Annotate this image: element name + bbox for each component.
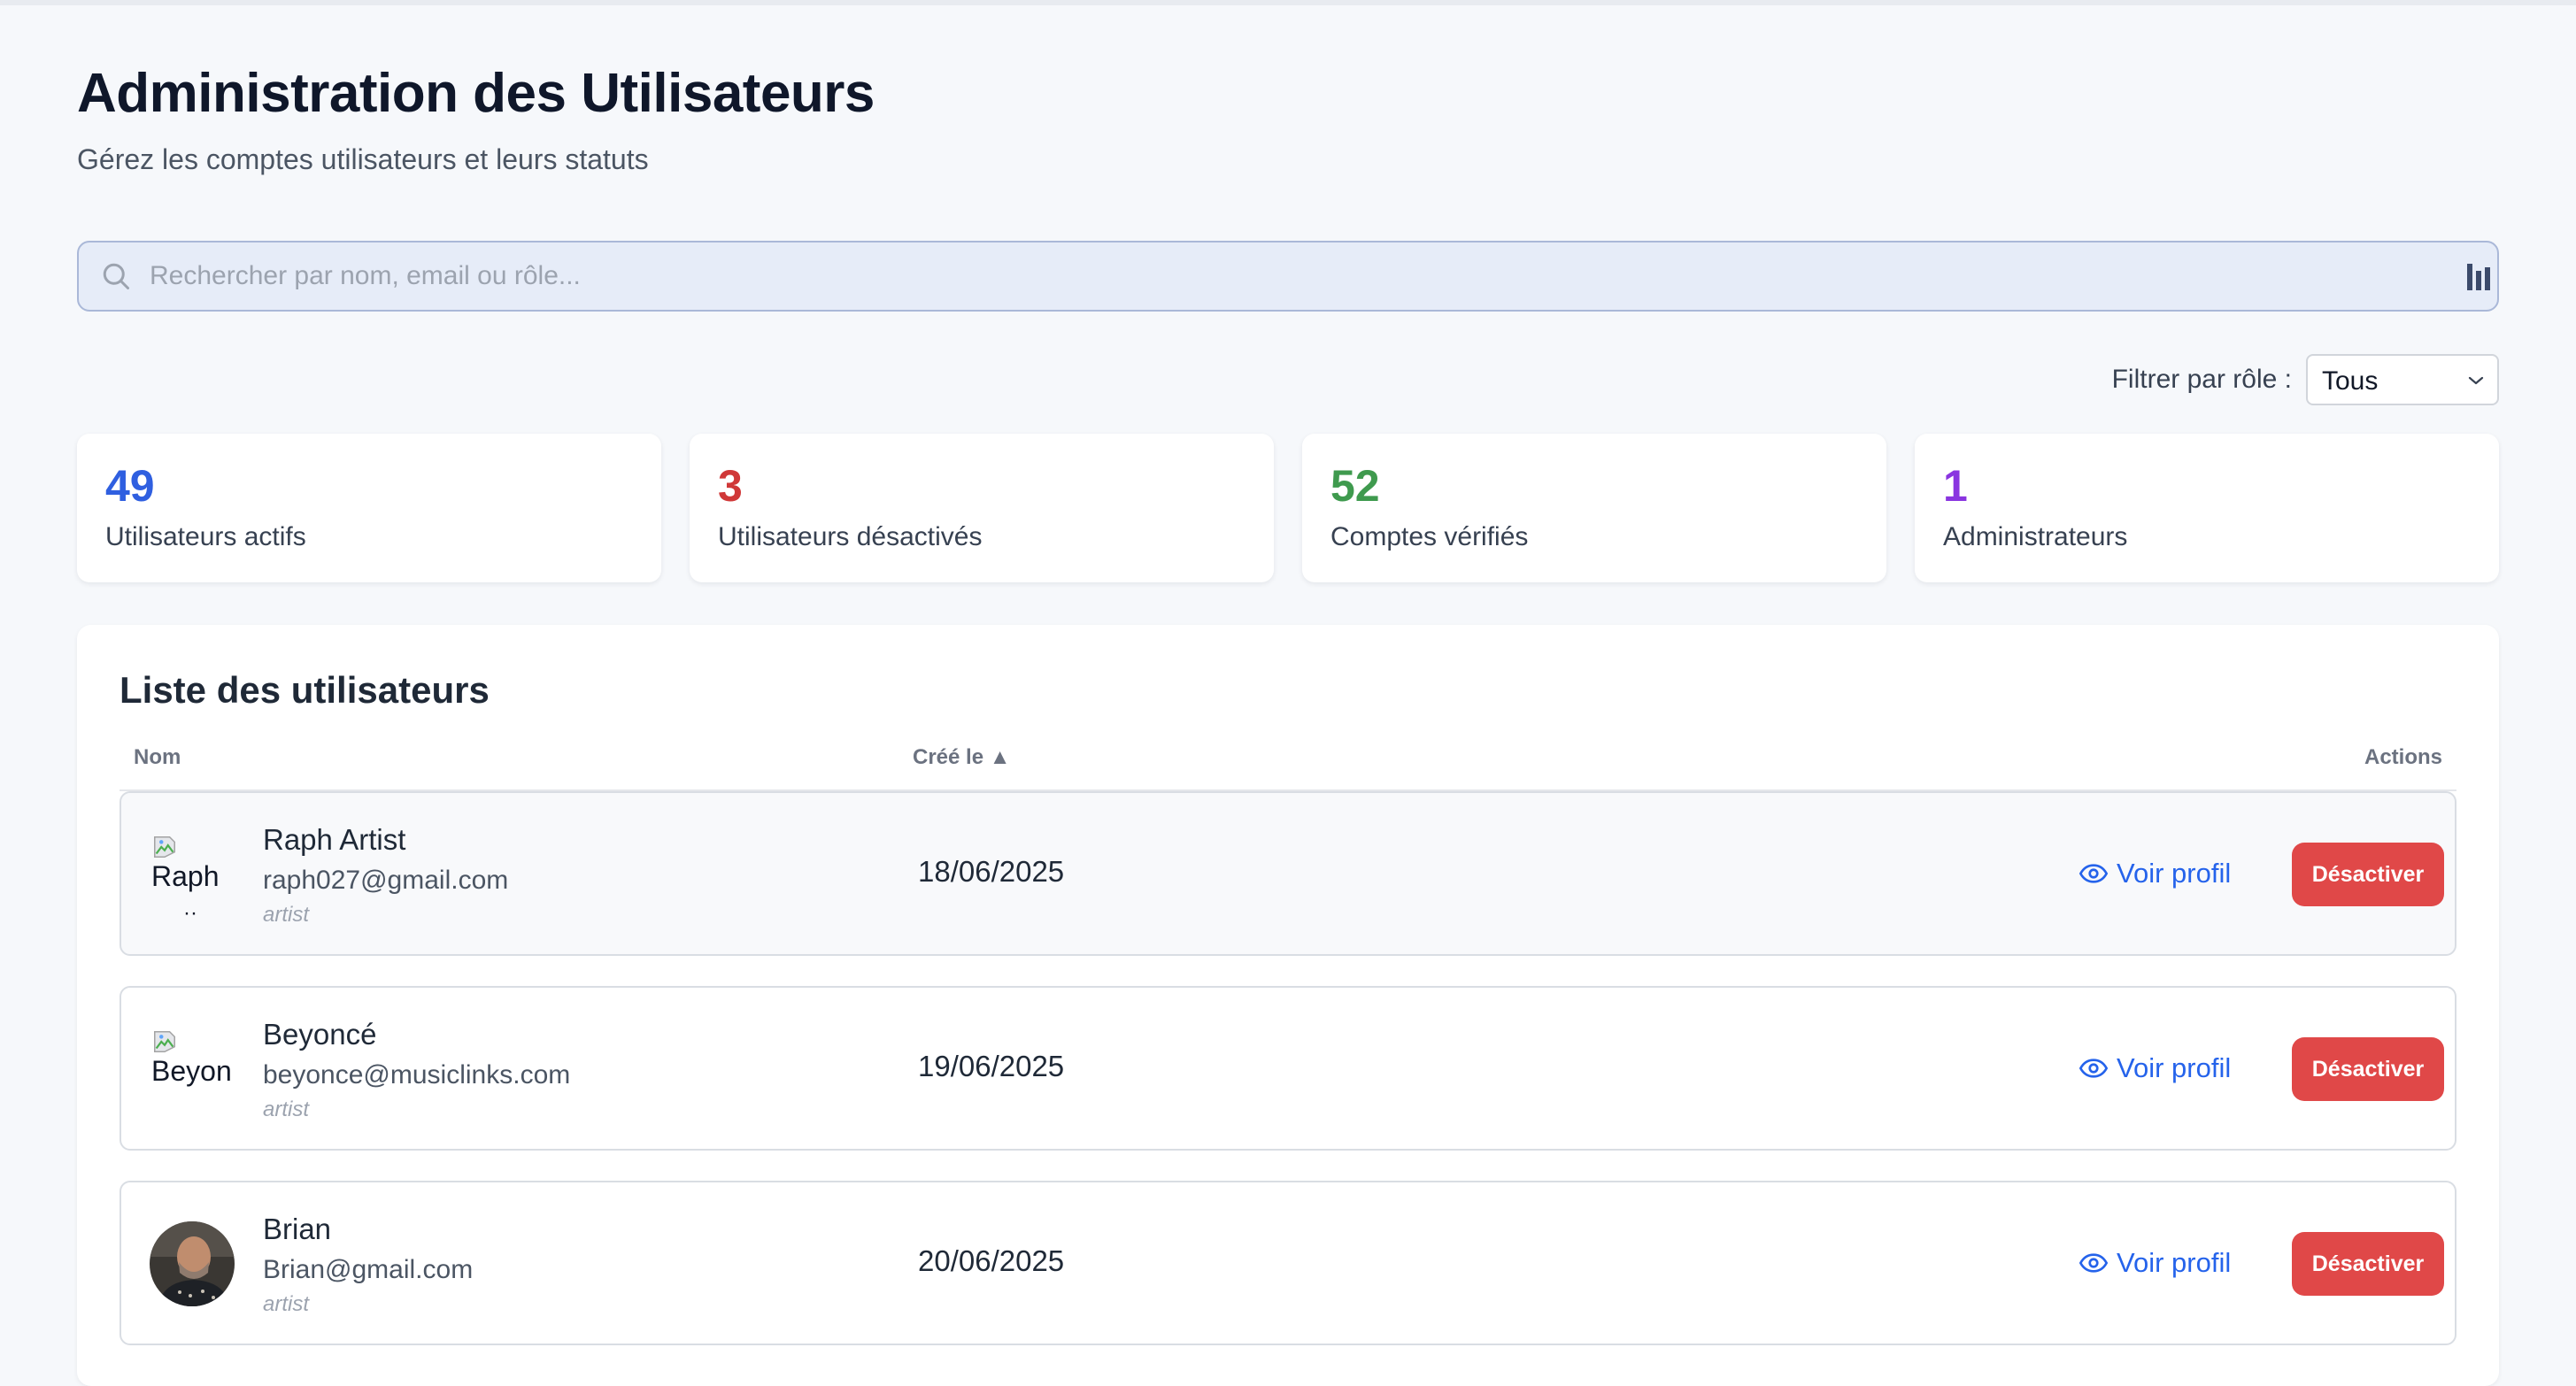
search-input[interactable] [150,243,2416,310]
stat-label: Comptes vérifiés [1330,522,1529,551]
user-email: Brian@gmail.com [263,1255,474,1284]
broken-image-icon [154,836,175,858]
stat-value: 52 [1330,461,1380,511]
created-date: 19/06/2025 [918,1050,1065,1082]
top-border [0,0,2576,5]
user-role: artist [263,1292,310,1316]
eye-icon [2079,1059,2108,1078]
stat-label: Utilisateurs actifs [105,522,306,551]
avatar-alt-overflow: ·· [183,901,197,925]
password-manager-icon[interactable] [2467,264,2490,290]
view-profile-label: Voir profil [2117,858,2232,889]
deactivate-button[interactable]: Désactiver [2292,1232,2444,1296]
avatar-broken-image: Beyon [151,1028,258,1126]
avatar [150,1221,235,1306]
table-row: Brian Brian@gmail.com artist 20/06/2025 … [120,1181,2456,1345]
user-list-card: Liste des utilisateurs Nom Créé le ▲ Act… [77,625,2499,1386]
avatar-broken-image: Raph ·· [151,834,258,931]
created-date: 20/06/2025 [918,1244,1065,1277]
stat-card-verified-accounts: 52 Comptes vérifiés [1302,434,1886,582]
broken-image-icon [154,1031,175,1052]
page-subtitle: Gérez les comptes utilisateurs et leurs … [77,143,649,175]
avatar-alt-text: Raph [151,860,220,892]
role-filter-label: Filtrer par rôle : [2111,365,2292,394]
eye-icon [2079,864,2108,883]
user-name: Beyoncé [263,1018,377,1051]
stat-card-deactivated-users: 3 Utilisateurs désactivés [690,434,1274,582]
column-header-actions: Actions [2364,745,2442,769]
stat-value: 1 [1943,461,1968,511]
column-header-created[interactable]: Créé le ▲ [913,745,1010,770]
role-filter-select[interactable]: Tous [2306,354,2499,405]
chevron-down-icon [2468,376,2484,385]
view-profile-label: Voir profil [2117,1052,2232,1083]
page-title: Administration des Utilisateurs [77,63,875,124]
user-list-title: Liste des utilisateurs [120,669,490,711]
created-date: 18/06/2025 [918,855,1065,888]
user-name: Raph Artist [263,823,406,856]
user-role: artist [263,903,310,927]
stat-label: Utilisateurs désactivés [718,522,983,551]
view-profile-link[interactable]: Voir profil [2079,1046,2231,1090]
avatar-photo [150,1221,235,1306]
deactivate-button[interactable]: Désactiver [2292,843,2444,906]
user-email: raph027@gmail.com [263,866,509,895]
avatar-alt-text: Beyon [151,1055,232,1087]
view-profile-link[interactable]: Voir profil [2079,851,2231,896]
role-filter: Filtrer par rôle : Tous [2112,354,2499,405]
view-profile-link[interactable]: Voir profil [2079,1241,2231,1285]
role-filter-value: Tous [2322,366,2379,396]
stat-value: 3 [718,461,743,511]
user-role: artist [263,1097,310,1121]
view-profile-label: Voir profil [2117,1247,2232,1278]
user-name: Brian [263,1213,332,1245]
deactivate-button[interactable]: Désactiver [2292,1037,2444,1101]
column-header-name[interactable]: Nom [134,745,181,770]
search-icon [103,263,129,289]
table-row: Beyon Beyoncé beyonce@musiclinks.com art… [120,986,2456,1151]
stat-value: 49 [105,461,155,511]
table-row: Raph ·· Raph Artist raph027@gmail.com ar… [120,791,2456,956]
stat-card-administrators: 1 Administrateurs [1915,434,2499,582]
eye-icon [2079,1253,2108,1273]
search-bar [77,241,2499,312]
stat-card-active-users: 49 Utilisateurs actifs [77,434,661,582]
user-email: beyonce@musiclinks.com [263,1060,571,1090]
stat-label: Administrateurs [1943,522,2128,551]
